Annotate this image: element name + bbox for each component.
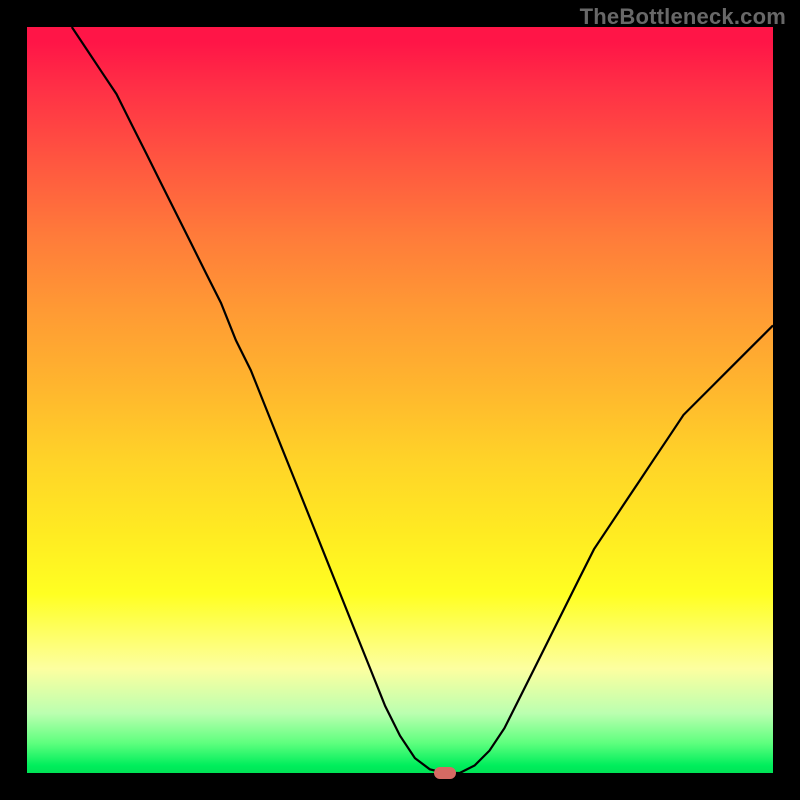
watermark-text: TheBottleneck.com	[580, 4, 786, 30]
chart-frame: TheBottleneck.com	[0, 0, 800, 800]
plot-area	[27, 27, 773, 773]
optimal-point-marker	[434, 767, 456, 779]
curve-line	[72, 27, 773, 773]
bottleneck-curve	[27, 27, 773, 773]
